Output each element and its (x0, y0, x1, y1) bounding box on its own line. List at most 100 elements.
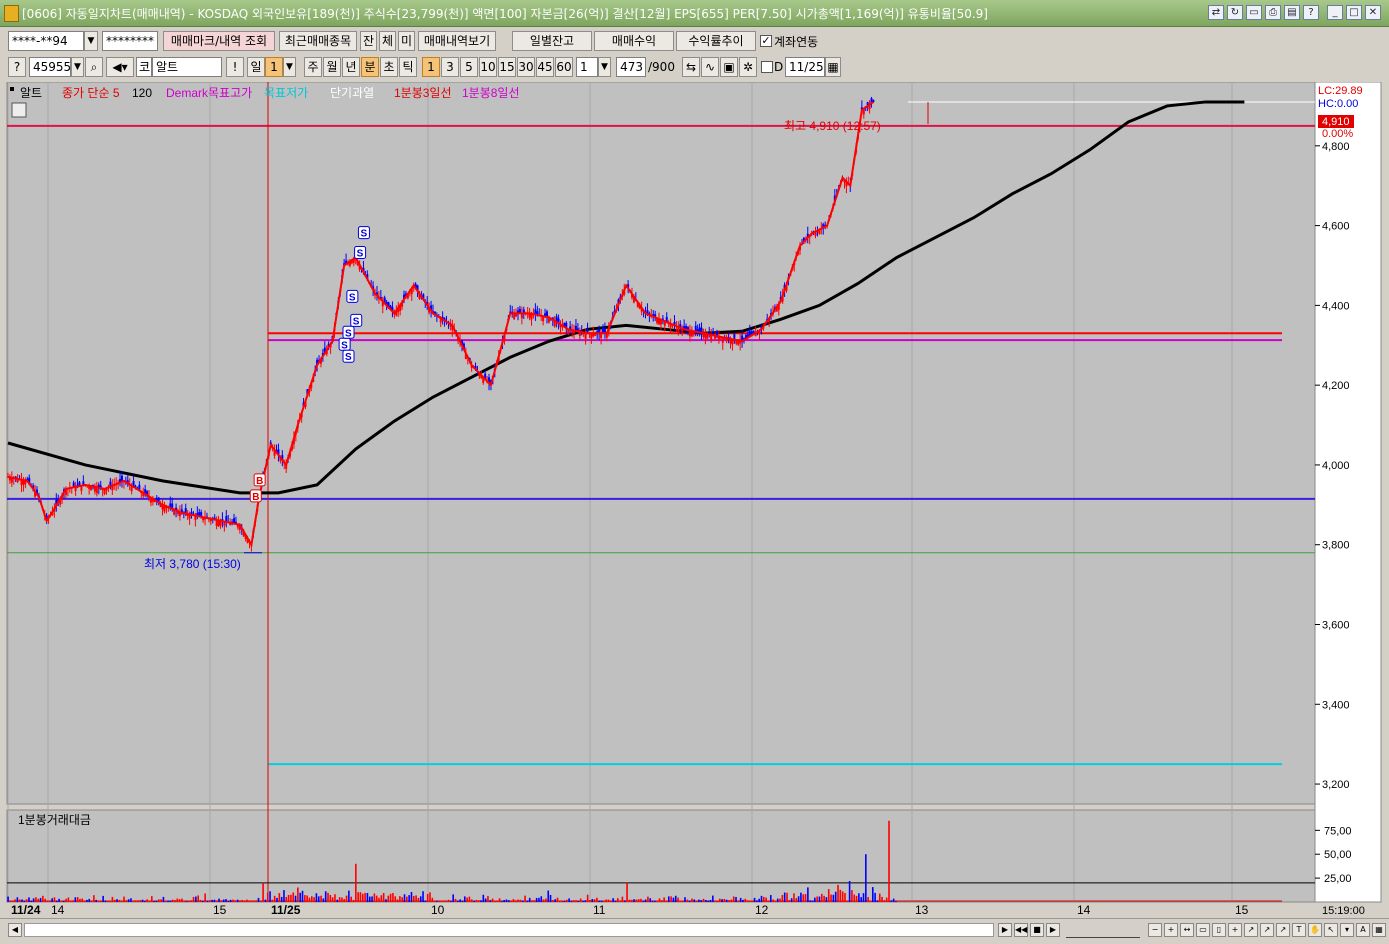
period-second-button[interactable]: 초 (380, 57, 398, 77)
account-dropdown[interactable]: ▼ (84, 31, 98, 51)
hand-icon[interactable]: ✋ (1308, 923, 1322, 937)
scroll-right-button[interactable]: ▶ (998, 923, 1012, 937)
tool-icon[interactable]: ↗ (1260, 923, 1274, 937)
search-icon[interactable]: ⌕ (85, 57, 103, 77)
price-chart[interactable]: BBSSSSSSS 4,8004,6004,4004,2004,0003,800… (0, 81, 1389, 918)
period-day-button[interactable]: 일 (247, 57, 265, 77)
legend-ma[interactable]: 종가 단순 5 (62, 86, 120, 100)
close-button[interactable]: ✕ (1365, 5, 1381, 20)
save-icon[interactable]: ▣ (720, 57, 738, 77)
pointer-icon[interactable]: ↖ (1324, 923, 1338, 937)
custom-interval-field[interactable]: 1 (576, 57, 598, 77)
period-count-field[interactable]: 1 (265, 57, 283, 77)
legend-line3[interactable]: 1분봉3일선 (394, 86, 452, 100)
help-icon[interactable]: ? (1303, 5, 1319, 20)
password-input[interactable]: ******** (102, 31, 158, 51)
legend-demark[interactable]: Demark목표고가 (166, 86, 252, 100)
balance-button[interactable]: 잔 (360, 31, 377, 51)
fast-back-button[interactable]: ◀◀ (1014, 923, 1028, 937)
volume-bar (591, 899, 594, 902)
unfilled-button[interactable]: 미 (398, 31, 415, 51)
chart-area[interactable]: BBSSSSSSS 4,800 4,600 4,400 4,200 4,000 3,800… (0, 81, 1389, 918)
interval-3-button[interactable]: 3 (441, 57, 459, 77)
account-input[interactable]: ****-**94 (8, 31, 84, 51)
zoom-out-icon[interactable]: − (1148, 923, 1162, 937)
zoom-in-icon[interactable]: + (1164, 923, 1178, 937)
volume-bar (582, 900, 584, 902)
execution-button[interactable]: 체 (379, 31, 396, 51)
period-year-button[interactable]: 년 (342, 57, 360, 77)
interval-5-button[interactable]: 5 (460, 57, 478, 77)
volume-bar (494, 900, 496, 902)
period-week-button[interactable]: 주 (304, 57, 322, 77)
code-dropdown[interactable]: ▼ (71, 57, 84, 77)
legend-target[interactable]: 목표저가 (264, 86, 308, 100)
trade-profit-button[interactable]: 매매수익 (594, 31, 674, 51)
draw-icon[interactable]: ↗ (1244, 923, 1258, 937)
reset-zoom-icon[interactable]: ↔ (1180, 923, 1194, 937)
view-history-button[interactable]: 매매내역보기 (418, 31, 496, 51)
interval-10-button[interactable]: 10 (479, 57, 497, 77)
alert-button[interactable]: ! (226, 57, 244, 77)
period-month-button[interactable]: 월 (323, 57, 341, 77)
link-icon[interactable]: ⇄ (1208, 5, 1224, 20)
pin-icon[interactable]: ▾ (1340, 923, 1354, 937)
stock-name-field[interactable]: 알트 (152, 57, 222, 77)
speaker-icon[interactable]: ◀▾ (106, 57, 134, 77)
arrow-icon[interactable]: ↗ (1276, 923, 1290, 937)
account-link-checkbox[interactable]: ✓ (760, 35, 772, 47)
return-trend-button[interactable]: 수익률추이 (676, 31, 756, 51)
x-tick-label: 15 (1235, 903, 1249, 917)
text-tool-icon[interactable]: T (1292, 923, 1306, 937)
indicator-icon[interactable]: ∿ (701, 57, 719, 77)
refresh-icon[interactable]: ↻ (1227, 5, 1243, 20)
interval-1-button[interactable]: 1 (422, 57, 440, 77)
print-icon[interactable]: ⎙ (1265, 5, 1281, 20)
question-icon[interactable]: ? (8, 57, 26, 77)
chart-icon[interactable]: ▤ (1284, 5, 1300, 20)
calendar-icon[interactable]: ▦ (825, 57, 841, 77)
trade-arrows-icon[interactable]: ⇆ (682, 57, 700, 77)
date-input[interactable]: 11/25 (785, 57, 825, 77)
interval-30-button[interactable]: 30 (517, 57, 535, 77)
recent-stocks-button[interactable]: 최근매매종목 (279, 31, 357, 51)
font-icon[interactable]: A (1356, 923, 1370, 937)
interval-60-button[interactable]: 60 (555, 57, 573, 77)
expand-icon[interactable]: ▯ (1212, 923, 1226, 937)
maximize-button[interactable]: □ (1346, 5, 1362, 20)
custom-interval-dropdown[interactable]: ▼ (598, 57, 611, 77)
compress-icon[interactable]: ▭ (1196, 923, 1210, 937)
legend-ma-period[interactable]: 120 (132, 86, 152, 100)
volume-bar (116, 899, 118, 902)
date-checkbox[interactable] (761, 61, 773, 73)
crosshair-icon[interactable]: + (1228, 923, 1242, 937)
zoom-slider[interactable] (1066, 923, 1140, 938)
minimize-button[interactable]: _ (1327, 5, 1343, 20)
volume-bar (565, 899, 568, 902)
legend-short-over[interactable]: 단기과열 (330, 86, 374, 100)
scroll-left-button[interactable]: ◀ (8, 923, 22, 937)
volume-bar (855, 895, 858, 902)
interval-15-button[interactable]: 15 (498, 57, 516, 77)
window-icon[interactable]: ▭ (1246, 5, 1262, 20)
settings-gear-icon[interactable]: ✲ (739, 57, 757, 77)
interval-45-button[interactable]: 45 (536, 57, 554, 77)
volume-bar (790, 898, 793, 902)
daily-balance-button[interactable]: 일별잔고 (512, 31, 592, 51)
period-tick-button[interactable]: 틱 (399, 57, 417, 77)
volume-bar (607, 899, 610, 902)
period-dropdown[interactable]: ▼ (283, 57, 296, 77)
record-count-field[interactable]: 473 (616, 57, 646, 77)
view-trades-button[interactable]: 매매마크/내역 조회 (163, 31, 275, 51)
play-button[interactable]: ▶ (1046, 923, 1060, 937)
code-input[interactable]: 459550 (29, 57, 71, 77)
chart-scrollbar[interactable]: ◀ ▶ ◀◀ ■ ▶ − + ↔ ▭ ▯ + ↗ ↗ ↗ T ✋ ↖ ▾ A ▦ (0, 918, 1389, 943)
period-minute-button[interactable]: 분 (361, 57, 379, 77)
legend-name[interactable]: 알트 (20, 86, 42, 100)
layout-icon[interactable]: ▦ (1372, 923, 1386, 937)
stop-button[interactable]: ■ (1030, 923, 1044, 937)
scroll-track[interactable] (24, 923, 994, 937)
data-table-icon[interactable] (11, 102, 27, 118)
volume-bar (185, 901, 188, 903)
legend-line8[interactable]: 1분봉8일선 (462, 86, 520, 100)
